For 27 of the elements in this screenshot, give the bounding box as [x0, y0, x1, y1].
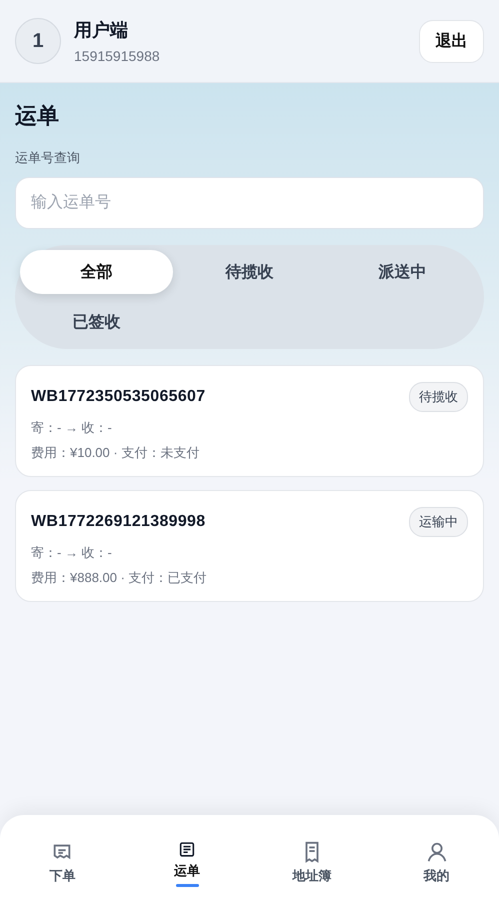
- filter-tab[interactable]: 全部: [20, 250, 173, 294]
- nav-item[interactable]: 地址簿: [250, 841, 374, 887]
- fee-text: 费用：¥10.00 · 支付：未支付: [31, 444, 200, 462]
- nav-item[interactable]: 我的: [374, 841, 499, 887]
- filter-tab[interactable]: 待揽收: [173, 250, 326, 294]
- order-card[interactable]: WB1772269121389998 运输中 寄：- → 收：- 费用：¥888.00 · 支付：已支付: [15, 490, 484, 602]
- nav-item[interactable]: 运单: [124, 841, 250, 887]
- avatar: 1: [15, 18, 61, 64]
- logout-button[interactable]: 退出: [419, 20, 484, 62]
- filter-tab[interactable]: 已签收: [20, 300, 173, 344]
- waybill-number: WB1772350535065607: [31, 388, 206, 406]
- field-label: 运单号查询: [15, 149, 81, 167]
- status-badge: 运输中: [409, 507, 468, 537]
- status-badge: 待揽收: [409, 382, 468, 412]
- page-title: 运单: [15, 102, 60, 130]
- person-icon: [426, 841, 448, 863]
- route-text: 寄：- → 收：-: [31, 419, 113, 437]
- phone-number: 15915915988: [74, 48, 161, 64]
- order-card[interactable]: WB1772350535065607 待揽收 寄：- → 收：- 费用：¥10.00 · 支付：未支付: [15, 365, 484, 477]
- user-name: 用户端: [74, 19, 129, 42]
- search-field[interactable]: 输入运单号: [15, 177, 484, 229]
- nav-item[interactable]: 下单: [0, 841, 125, 887]
- fee-text: 费用：¥888.00 · 支付：已支付: [31, 569, 208, 587]
- waybill-number: WB1772269121389998: [31, 513, 206, 531]
- active-indicator: [176, 884, 199, 887]
- filter-tab[interactable]: 派送中: [326, 250, 479, 294]
- route-text: 寄：- → 收：-: [31, 544, 113, 562]
